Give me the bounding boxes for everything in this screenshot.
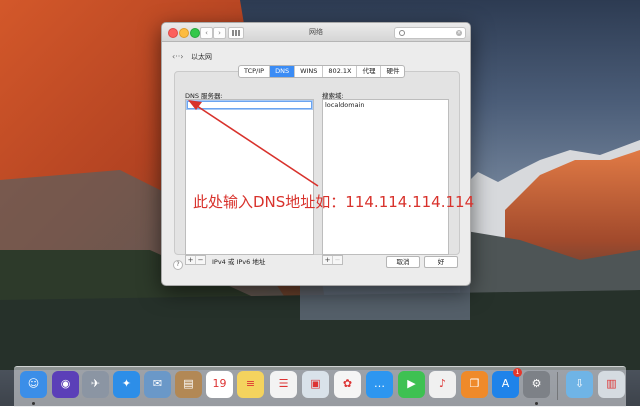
annotation-text: 此处输入DNS地址如：114.114.114.114 — [193, 193, 475, 211]
